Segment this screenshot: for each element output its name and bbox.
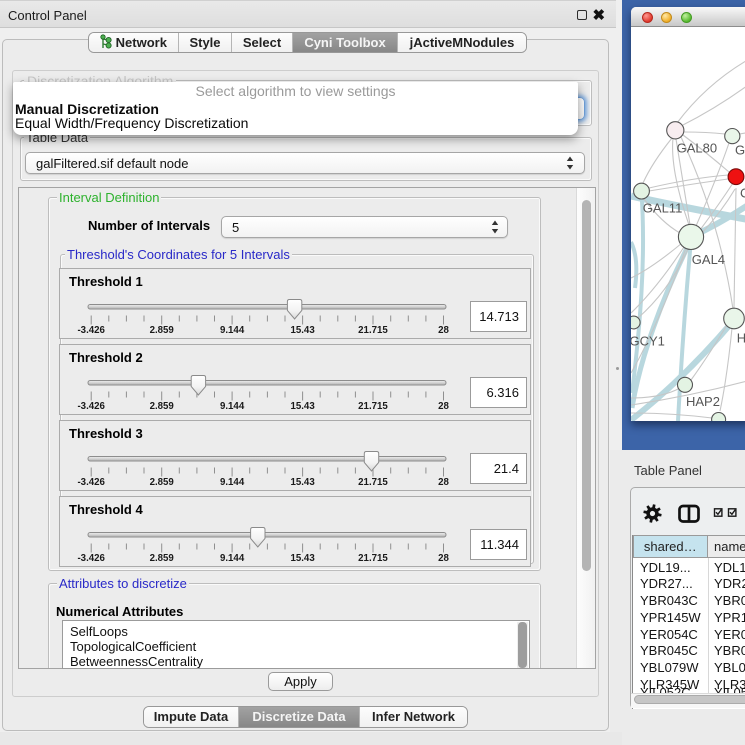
svg-text:15.43: 15.43 bbox=[290, 553, 315, 564]
svg-text:GAL11: GAL11 bbox=[643, 200, 683, 215]
svg-text:21.715: 21.715 bbox=[358, 325, 388, 336]
svg-text:GA: GA bbox=[735, 142, 745, 157]
svg-text:9.144: 9.144 bbox=[220, 325, 245, 336]
svg-text:28: 28 bbox=[438, 477, 449, 488]
svg-text:21.715: 21.715 bbox=[358, 401, 388, 412]
svg-text:-3.426: -3.426 bbox=[77, 477, 105, 488]
svg-text:15.43: 15.43 bbox=[290, 325, 315, 336]
svg-text:21.715: 21.715 bbox=[358, 477, 388, 488]
svg-text:GAL4: GAL4 bbox=[692, 251, 725, 266]
svg-text:2.859: 2.859 bbox=[150, 553, 175, 564]
svg-text:-3.426: -3.426 bbox=[77, 401, 105, 412]
svg-text:2.859: 2.859 bbox=[150, 325, 175, 336]
svg-text:HAP2: HAP2 bbox=[686, 393, 720, 408]
svg-text:C: C bbox=[740, 185, 745, 200]
svg-text:15.43: 15.43 bbox=[290, 477, 315, 488]
svg-text:28: 28 bbox=[438, 401, 449, 412]
svg-text:28: 28 bbox=[438, 325, 449, 336]
svg-text:28: 28 bbox=[438, 553, 449, 564]
svg-text:GAL80: GAL80 bbox=[677, 140, 717, 155]
svg-text:-3.426: -3.426 bbox=[77, 325, 105, 336]
svg-text:9.144: 9.144 bbox=[220, 477, 245, 488]
svg-text:H: H bbox=[737, 330, 745, 345]
svg-text:15.43: 15.43 bbox=[290, 401, 315, 412]
svg-text:2.859: 2.859 bbox=[150, 477, 175, 488]
svg-text:2.859: 2.859 bbox=[150, 401, 175, 412]
svg-text:-3.426: -3.426 bbox=[77, 553, 105, 564]
svg-text:9.144: 9.144 bbox=[220, 401, 245, 412]
svg-text:GCY1: GCY1 bbox=[631, 333, 665, 348]
svg-text:21.715: 21.715 bbox=[358, 553, 388, 564]
svg-text:9.144: 9.144 bbox=[220, 553, 245, 564]
